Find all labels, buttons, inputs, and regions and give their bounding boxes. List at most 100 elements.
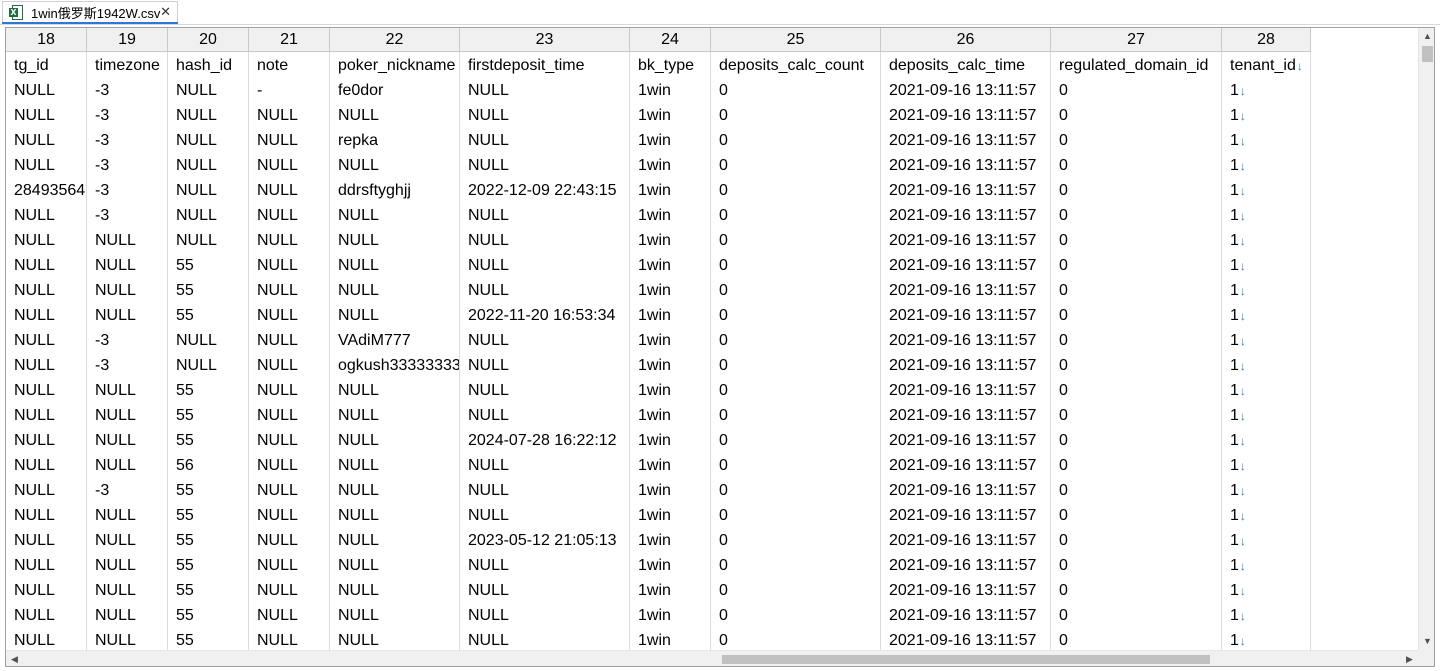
table-cell[interactable]: NULL: [87, 302, 168, 327]
table-cell[interactable]: NULL: [87, 577, 168, 602]
table-cell[interactable]: 0: [1051, 352, 1222, 377]
table-cell[interactable]: NULL: [330, 602, 460, 627]
table-cell[interactable]: 0: [711, 152, 881, 177]
table-cell[interactable]: NULL: [460, 577, 630, 602]
field-name-poker-nickname[interactable]: poker_nickname: [330, 52, 460, 77]
field-name-deposits-calc-count[interactable]: deposits_calc_count: [711, 52, 881, 77]
table-cell[interactable]: NULL: [6, 552, 87, 577]
table-cell[interactable]: NULL: [87, 227, 168, 252]
table-cell[interactable]: NULL: [6, 152, 87, 177]
table-cell[interactable]: NULL: [6, 352, 87, 377]
table-cell[interactable]: NULL: [87, 252, 168, 277]
table-cell[interactable]: NULL: [460, 352, 630, 377]
table-cell[interactable]: 0: [711, 102, 881, 127]
table-cell[interactable]: 1win: [630, 452, 711, 477]
table-cell[interactable]: NULL: [6, 227, 87, 252]
table-cell[interactable]: 0: [1051, 252, 1222, 277]
file-tab[interactable]: X 1win俄罗斯1942W.csv ✕: [2, 1, 178, 23]
column-number-18[interactable]: 18: [6, 28, 87, 51]
table-cell[interactable]: 1win: [630, 252, 711, 277]
field-name-deposits-calc-time[interactable]: deposits_calc_time: [881, 52, 1051, 77]
column-number-26[interactable]: 26: [881, 28, 1051, 51]
table-cell[interactable]: 0: [1051, 602, 1222, 627]
table-cell[interactable]: NULL: [460, 627, 630, 650]
horizontal-scroll-thumb[interactable]: [722, 655, 1210, 664]
table-cell[interactable]: 1↓: [1222, 377, 1311, 402]
table-cell[interactable]: 2021-09-16 13:11:57: [881, 227, 1051, 252]
table-cell[interactable]: 0: [1051, 402, 1222, 427]
table-cell[interactable]: 0: [711, 527, 881, 552]
table-cell[interactable]: 2021-09-16 13:11:57: [881, 327, 1051, 352]
table-cell[interactable]: 2021-09-16 13:11:57: [881, 402, 1051, 427]
table-cell[interactable]: 1↓: [1222, 502, 1311, 527]
table-cell[interactable]: NULL: [460, 102, 630, 127]
table-cell[interactable]: NULL: [330, 377, 460, 402]
table-cell[interactable]: 0: [711, 302, 881, 327]
table-cell[interactable]: 1↓: [1222, 327, 1311, 352]
column-number-22[interactable]: 22: [330, 28, 460, 51]
table-cell[interactable]: NULL: [6, 452, 87, 477]
table-cell[interactable]: NULL: [460, 152, 630, 177]
table-cell[interactable]: 1win: [630, 477, 711, 502]
table-cell[interactable]: 0: [1051, 577, 1222, 602]
table-cell[interactable]: 2021-09-16 13:11:57: [881, 527, 1051, 552]
table-cell[interactable]: 0: [711, 227, 881, 252]
table-cell[interactable]: NULL: [249, 227, 330, 252]
table-cell[interactable]: NULL: [6, 477, 87, 502]
column-number-19[interactable]: 19: [87, 28, 168, 51]
table-cell[interactable]: 0: [1051, 102, 1222, 127]
table-cell[interactable]: NULL: [168, 127, 249, 152]
table-cell[interactable]: NULL: [330, 627, 460, 650]
table-cell[interactable]: NULL: [249, 502, 330, 527]
table-cell[interactable]: 0: [1051, 452, 1222, 477]
table-cell[interactable]: NULL: [6, 602, 87, 627]
table-cell[interactable]: 0: [1051, 552, 1222, 577]
table-cell[interactable]: -3: [87, 177, 168, 202]
table-cell[interactable]: 0: [1051, 327, 1222, 352]
table-cell[interactable]: NULL: [330, 427, 460, 452]
table-cell[interactable]: 0: [1051, 177, 1222, 202]
table-cell[interactable]: 1↓: [1222, 627, 1311, 650]
table-cell[interactable]: 1↓: [1222, 252, 1311, 277]
table-cell[interactable]: 1win: [630, 127, 711, 152]
table-cell[interactable]: 55: [168, 402, 249, 427]
table-cell[interactable]: NULL: [6, 502, 87, 527]
table-cell[interactable]: 0: [711, 452, 881, 477]
table-cell[interactable]: NULL: [249, 152, 330, 177]
table-cell[interactable]: 0: [711, 427, 881, 452]
table-cell[interactable]: NULL: [168, 227, 249, 252]
table-cell[interactable]: -3: [87, 477, 168, 502]
field-name-firstdeposit-time[interactable]: firstdeposit_time: [460, 52, 630, 77]
field-name-timezone[interactable]: timezone: [87, 52, 168, 77]
table-cell[interactable]: NULL: [168, 102, 249, 127]
table-cell[interactable]: NULL: [460, 252, 630, 277]
field-name-bk-type[interactable]: bk_type: [630, 52, 711, 77]
table-cell[interactable]: 0: [711, 77, 881, 102]
table-cell[interactable]: 0: [1051, 302, 1222, 327]
table-cell[interactable]: 1↓: [1222, 127, 1311, 152]
table-cell[interactable]: NULL: [330, 527, 460, 552]
table-cell[interactable]: 2022-11-20 16:53:34: [460, 302, 630, 327]
table-cell[interactable]: NULL: [249, 602, 330, 627]
table-cell[interactable]: 1win: [630, 152, 711, 177]
table-cell[interactable]: NULL: [249, 627, 330, 650]
table-cell[interactable]: NULL: [330, 202, 460, 227]
table-cell[interactable]: 2021-09-16 13:11:57: [881, 302, 1051, 327]
table-cell[interactable]: NULL: [249, 527, 330, 552]
table-cell[interactable]: 0: [711, 352, 881, 377]
table-cell[interactable]: 1↓: [1222, 302, 1311, 327]
table-cell[interactable]: 1↓: [1222, 452, 1311, 477]
table-cell[interactable]: NULL: [460, 477, 630, 502]
table-cell[interactable]: NULL: [249, 377, 330, 402]
table-cell[interactable]: 1↓: [1222, 527, 1311, 552]
table-cell[interactable]: NULL: [460, 327, 630, 352]
table-cell[interactable]: 1↓: [1222, 177, 1311, 202]
table-cell[interactable]: 0: [711, 327, 881, 352]
table-cell[interactable]: NULL: [249, 452, 330, 477]
table-cell[interactable]: 1win: [630, 352, 711, 377]
column-number-20[interactable]: 20: [168, 28, 249, 51]
table-cell[interactable]: NULL: [460, 202, 630, 227]
table-cell[interactable]: -3: [87, 327, 168, 352]
table-cell[interactable]: NULL: [330, 277, 460, 302]
table-cell[interactable]: NULL: [249, 327, 330, 352]
